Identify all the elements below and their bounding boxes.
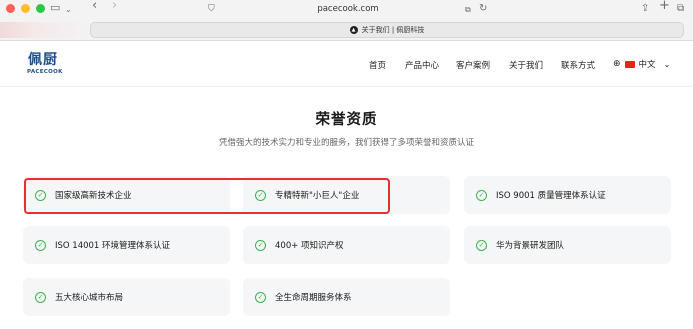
nav-item-contact[interactable]: 联系方式: [561, 59, 595, 71]
address-bar[interactable]: pacecook.com: [202, 1, 494, 17]
tab-overview-icon[interactable]: ⧉: [677, 2, 684, 16]
nav-item-cases[interactable]: 客户案例: [456, 59, 490, 71]
reload-icon[interactable]: ↻: [479, 2, 487, 16]
honor-card: ✓ ISO 9001 质量管理体系认证: [464, 176, 671, 214]
translate-icon[interactable]: ⧉: [465, 3, 471, 17]
check-circle-icon: ✓: [255, 291, 266, 303]
honor-label: 五大核心城市布局: [55, 293, 124, 303]
check-circle-icon: ✓: [255, 239, 266, 251]
back-button[interactable]: ‹: [92, 0, 97, 13]
logo[interactable]: 佩厨: [28, 52, 58, 68]
nav-item-about[interactable]: 关于我们: [509, 59, 543, 71]
minimize-window-button[interactable]: [21, 4, 30, 13]
check-circle-icon: ✓: [476, 239, 487, 251]
active-tab[interactable]: ▲ 关于我们 | 佩厨科技: [90, 22, 684, 38]
new-tab-button[interactable]: +: [659, 0, 670, 13]
check-circle-icon: ✓: [476, 189, 487, 201]
honor-card: ✓ ISO 14001 环境管理体系认证: [23, 226, 230, 264]
forward-button[interactable]: ›: [112, 0, 117, 13]
check-circle-icon: ✓: [35, 189, 46, 201]
window-controls: [6, 4, 45, 13]
section-subtitle: 凭借强大的技术实力和专业的服务，我们获得了多项荣誉和资质认证: [218, 138, 474, 148]
url-text: pacecook.com: [317, 4, 379, 14]
chevron-down-icon: ⌄: [663, 59, 671, 69]
language-label: 中文: [638, 60, 656, 70]
chevron-down-icon[interactable]: ⌄: [65, 3, 72, 17]
check-circle-icon: ✓: [35, 291, 46, 303]
section-title: 荣誉资质: [315, 112, 378, 128]
close-window-button[interactable]: [6, 4, 15, 13]
honor-card: ✓ 专精特新"小巨人"企业: [243, 176, 450, 214]
honor-label: 全生命周期服务体系: [275, 293, 352, 303]
blurred-region: [0, 22, 88, 38]
honor-card: ✓ 国家级高新技术企业: [23, 176, 230, 214]
nav-item-home[interactable]: 首页: [369, 59, 386, 71]
sidebar-toggle-icon[interactable]: ▭: [50, 1, 60, 15]
maximize-window-button[interactable]: [36, 4, 45, 13]
browser-toolbar: ▭ ⌄ ‹ › ⛉ pacecook.com ⧉ ↻ ⇪ + ⧉ ▲ 关于我们 …: [0, 0, 693, 41]
honor-card: ✓ 华为背景研发团队: [464, 226, 671, 264]
honor-label: ISO 9001 质量管理体系认证: [496, 191, 606, 201]
share-icon[interactable]: ⇪: [641, 2, 649, 16]
site-header: 佩厨 PACECOOK 首页 产品中心 客户案例 关于我们 联系方式 ⊕ 中文 …: [0, 42, 693, 87]
check-circle-icon: ✓: [35, 239, 46, 251]
tab-favicon-icon: ▲: [349, 26, 358, 34]
logo-subtitle: PACECOOK: [27, 69, 63, 75]
globe-icon: ⊕: [613, 59, 621, 69]
honor-card: ✓ 400+ 项知识产权: [243, 226, 450, 264]
nav-item-products[interactable]: 产品中心: [405, 59, 439, 71]
tab-title: 关于我们 | 佩厨科技: [361, 26, 425, 34]
honor-label: 华为背景研发团队: [496, 241, 565, 251]
china-flag-icon: [624, 60, 635, 68]
honor-label: 400+ 项知识产权: [275, 241, 344, 251]
honor-card: ✓ 全生命周期服务体系: [243, 278, 450, 316]
honor-label: ISO 14001 环境管理体系认证: [55, 241, 171, 251]
honor-label: 专精特新"小巨人"企业: [275, 191, 360, 201]
language-selector[interactable]: ⊕ 中文 ⌄: [613, 58, 670, 70]
honor-label: 国家级高新技术企业: [55, 191, 132, 201]
honor-card: ✓ 五大核心城市布局: [23, 278, 230, 316]
check-circle-icon: ✓: [255, 189, 266, 201]
